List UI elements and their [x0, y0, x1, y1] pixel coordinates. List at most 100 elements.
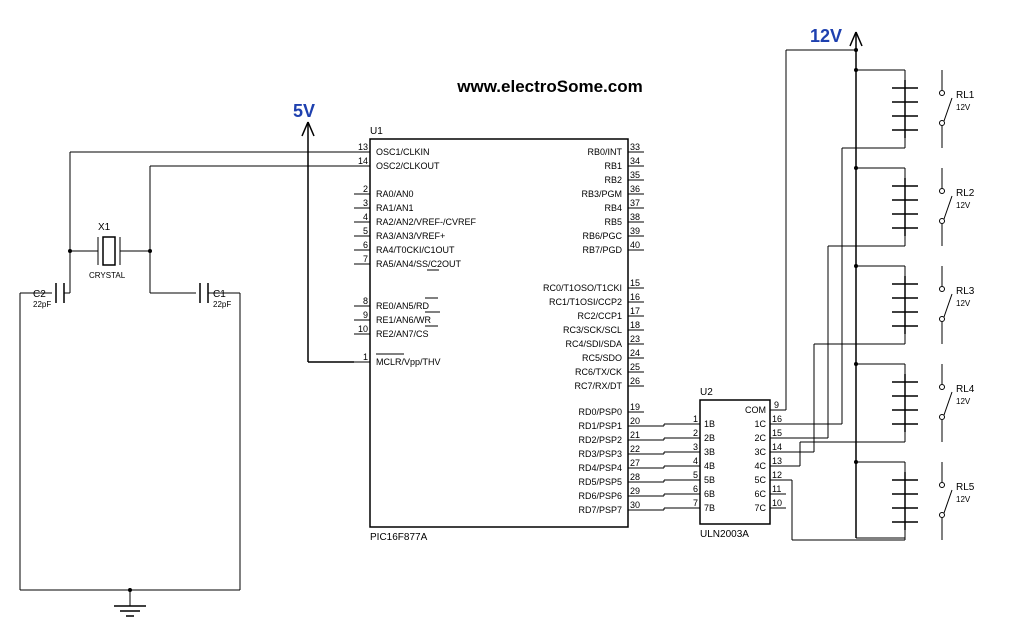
svg-text:5: 5 [693, 470, 698, 480]
svg-text:3C: 3C [754, 447, 766, 457]
svg-text:RA4/T0CKI/C1OUT: RA4/T0CKI/C1OUT [376, 245, 455, 255]
crystal-network: X1 CRYSTAL C2 22pF C1 22pF [20, 152, 354, 616]
svg-text:RB4: RB4 [604, 203, 622, 213]
svg-text:16: 16 [630, 292, 640, 302]
svg-text:35: 35 [630, 170, 640, 180]
u2-ref: U2 [700, 387, 713, 398]
svg-text:RC2/CCP1: RC2/CCP1 [577, 311, 622, 321]
svg-text:RD7/PSP7: RD7/PSP7 [578, 505, 622, 515]
svg-text:RC7/RX/DT: RC7/RX/DT [574, 381, 622, 391]
svg-text:12V: 12V [956, 397, 971, 406]
svg-text:4: 4 [363, 212, 368, 222]
chip-u1: U1 PIC16F877A 13OSC1/CLKIN14OSC2/CLKOUT2… [354, 126, 644, 543]
source-url: www.electroSome.com [456, 77, 642, 96]
svg-text:20: 20 [630, 416, 640, 426]
svg-text:6: 6 [363, 240, 368, 250]
svg-text:1: 1 [693, 414, 698, 424]
svg-text:30: 30 [630, 500, 640, 510]
svg-text:7: 7 [693, 498, 698, 508]
svg-text:RC3/SCK/SCL: RC3/SCK/SCL [563, 325, 622, 335]
svg-text:7B: 7B [704, 503, 715, 513]
u2-part: ULN2003A [700, 529, 749, 540]
c2-ref: C2 [33, 289, 46, 300]
svg-text:RE0/AN5/RD: RE0/AN5/RD [376, 301, 430, 311]
svg-text:RA1/AN1: RA1/AN1 [376, 203, 414, 213]
svg-text:6: 6 [693, 484, 698, 494]
svg-text:14: 14 [358, 156, 368, 166]
svg-text:7: 7 [363, 254, 368, 264]
x1-ref: X1 [98, 222, 111, 233]
svg-text:RD3/PSP3: RD3/PSP3 [578, 449, 622, 459]
svg-text:RL5: RL5 [956, 482, 975, 493]
c1-ref: C1 [213, 289, 226, 300]
relay-rl4: RL412V [854, 362, 975, 442]
svg-text:7C: 7C [754, 503, 766, 513]
relay-rl3: RL312V [854, 264, 975, 344]
svg-text:27: 27 [630, 458, 640, 468]
svg-text:12: 12 [772, 470, 782, 480]
svg-text:1B: 1B [704, 419, 715, 429]
svg-text:4C: 4C [754, 461, 766, 471]
svg-text:RA5/AN4/SS/C2OUT: RA5/AN4/SS/C2OUT [376, 259, 462, 269]
svg-text:RB2: RB2 [604, 175, 622, 185]
svg-text:18: 18 [630, 320, 640, 330]
svg-text:28: 28 [630, 472, 640, 482]
svg-text:14: 14 [772, 442, 782, 452]
svg-text:34: 34 [630, 156, 640, 166]
rail-5v-label: 5V [293, 101, 315, 121]
svg-text:RB3/PGM: RB3/PGM [581, 189, 622, 199]
svg-text:RD0/PSP0: RD0/PSP0 [578, 407, 622, 417]
svg-text:21: 21 [630, 430, 640, 440]
svg-text:RB1: RB1 [604, 161, 622, 171]
svg-text:4B: 4B [704, 461, 715, 471]
svg-text:RD6/PSP6: RD6/PSP6 [578, 491, 622, 501]
svg-text:10: 10 [358, 324, 368, 334]
svg-text:33: 33 [630, 142, 640, 152]
svg-text:RA3/AN3/VREF+: RA3/AN3/VREF+ [376, 231, 445, 241]
svg-text:2C: 2C [754, 433, 766, 443]
svg-text:16: 16 [772, 414, 782, 424]
svg-text:MCLR/Vpp/THV: MCLR/Vpp/THV [376, 357, 441, 367]
svg-text:26: 26 [630, 376, 640, 386]
svg-text:4: 4 [693, 456, 698, 466]
svg-text:38: 38 [630, 212, 640, 222]
relay-rl5: RL512V [854, 460, 975, 540]
x1-val: CRYSTAL [89, 271, 126, 280]
svg-text:6B: 6B [704, 489, 715, 499]
svg-text:RE1/AN6/WR: RE1/AN6/WR [376, 315, 432, 325]
svg-text:RA2/AN2/VREF-/CVREF: RA2/AN2/VREF-/CVREF [376, 217, 477, 227]
svg-text:17: 17 [630, 306, 640, 316]
svg-text:22: 22 [630, 444, 640, 454]
svg-text:8: 8 [363, 296, 368, 306]
svg-text:3B: 3B [704, 447, 715, 457]
svg-text:RC0/T1OSO/T1CKI: RC0/T1OSO/T1CKI [543, 283, 622, 293]
svg-text:RB0/INT: RB0/INT [587, 147, 622, 157]
svg-text:24: 24 [630, 348, 640, 358]
c2-val: 22pF [33, 300, 51, 309]
svg-text:RE2/AN7/CS: RE2/AN7/CS [376, 329, 429, 339]
svg-text:36: 36 [630, 184, 640, 194]
svg-text:15: 15 [772, 428, 782, 438]
svg-text:9: 9 [363, 310, 368, 320]
svg-text:RD5/PSP5: RD5/PSP5 [578, 477, 622, 487]
svg-text:RC5/SDO: RC5/SDO [582, 353, 622, 363]
svg-text:RL1: RL1 [956, 90, 975, 101]
schematic-canvas: www.electroSome.com 5V 12V U1 PIC16F877A… [0, 0, 1024, 626]
svg-text:RB5: RB5 [604, 217, 622, 227]
svg-text:RD2/PSP2: RD2/PSP2 [578, 435, 622, 445]
u2-com: COM [745, 405, 766, 415]
svg-text:12V: 12V [956, 495, 971, 504]
svg-text:RA0/AN0: RA0/AN0 [376, 189, 414, 199]
svg-text:RL3: RL3 [956, 286, 975, 297]
svg-text:5C: 5C [754, 475, 766, 485]
svg-text:11: 11 [772, 484, 781, 494]
svg-text:15: 15 [630, 278, 640, 288]
svg-text:12V: 12V [956, 103, 971, 112]
svg-text:23: 23 [630, 334, 640, 344]
svg-text:1: 1 [363, 352, 368, 362]
svg-text:12V: 12V [956, 201, 971, 210]
svg-text:13: 13 [772, 456, 782, 466]
svg-text:RD4/PSP4: RD4/PSP4 [578, 463, 622, 473]
svg-text:19: 19 [630, 402, 640, 412]
u2-com-num: 9 [774, 400, 779, 410]
